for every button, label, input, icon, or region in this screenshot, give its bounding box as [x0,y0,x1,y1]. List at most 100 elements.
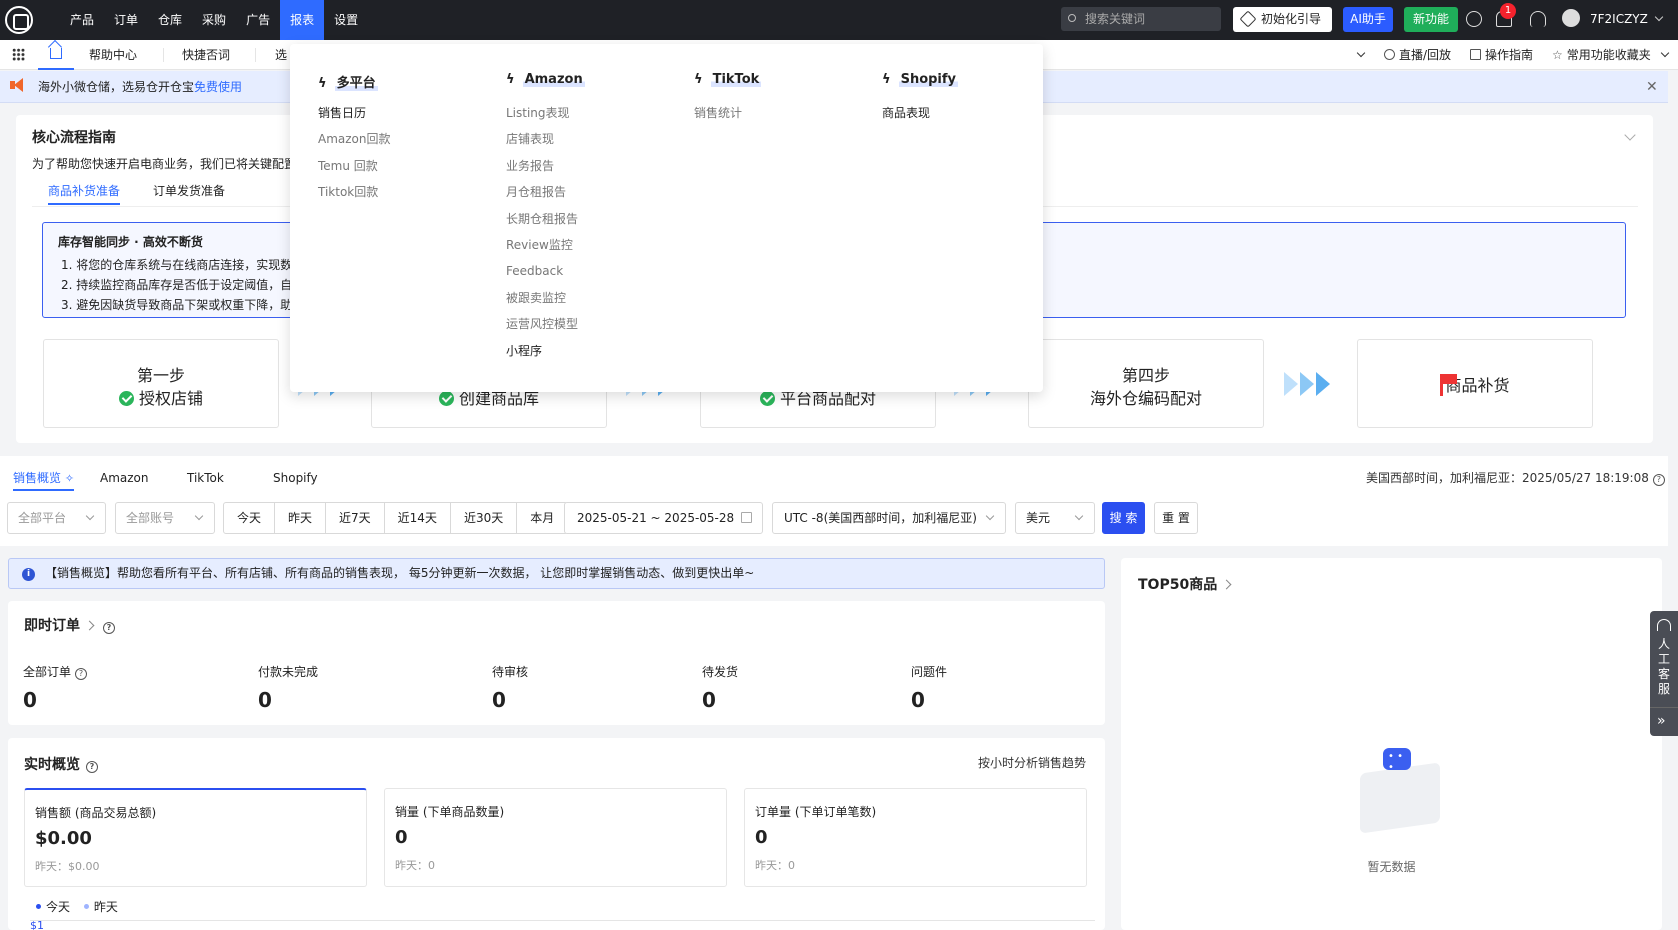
stat-all-orders[interactable]: 全部订单? 0 [23,663,88,712]
new-feature-button[interactable]: 新功能 [1404,7,1458,32]
tab-home[interactable] [38,40,74,70]
metric-order-count[interactable]: 订单量 (下单订单笔数) 0 昨天：0 [744,788,1087,887]
global-search-input[interactable]: 搜索关键词 [1061,7,1221,31]
favorites-chevron-icon[interactable] [1660,48,1670,58]
help-icon[interactable]: ? [1652,474,1665,486]
currency-select[interactable]: 美元 [1015,502,1095,534]
menu-item-listing[interactable]: Listing表现 [506,104,585,130]
nav-reports[interactable]: 报表 [280,0,325,40]
collapse-chevron-icon[interactable] [1624,129,1636,141]
stat-pending-shipment[interactable]: 待发货 0 [702,663,738,712]
stat-problem-orders[interactable]: 问题件 0 [911,663,947,712]
operation-guide-link[interactable]: 操作指南 [1470,40,1533,70]
step-product-restock[interactable]: 商品补货 [1357,339,1593,428]
range-30d[interactable]: 近30天 [451,503,518,533]
account-select[interactable]: 全部账号 [115,502,215,534]
step-overseas-sku-match[interactable]: 第四步 海外仓编码配对 [1028,339,1264,428]
arrow-chevron-icon [1316,372,1330,396]
stat-unpaid[interactable]: 付款未完成 0 [258,663,318,712]
date-range-presets: 今天 昨天 近7天 近14天 近30天 本月 [223,502,569,534]
search-button[interactable]: 搜 索 [1102,502,1145,534]
nav-ads[interactable]: 广告 [236,0,280,40]
step-authorize-store[interactable]: 第一步 授权店铺 [43,339,279,428]
menu-item-tiktok-payment[interactable]: Tiktok回款 [318,183,391,209]
nav-purchase[interactable]: 采购 [192,0,236,40]
nav-products[interactable]: 产品 [60,0,104,40]
menu-item-amazon-payment[interactable]: Amazon回款 [318,130,391,156]
top-bar: 产品 订单 仓库 采购 广告 报表 设置 搜索关键词 初始化引导 AI助手 新功… [0,0,1678,40]
menu-item-monthly-storage[interactable]: 月仓租报告 [506,183,585,209]
main-nav: 产品 订单 仓库 采购 广告 报表 设置 [60,0,368,40]
menu-item-temu-payment[interactable]: Temu 回款 [318,157,391,183]
range-month[interactable]: 本月 [517,503,567,533]
free-use-link[interactable]: 免费使用 [194,80,242,94]
metric-sales-amount[interactable]: 销售额 (商品交易总额) $0.00 昨天：$0.00 [24,788,367,887]
notice-text: 海外小微仓储，选易仓开仓宝 [38,80,195,94]
download-icon[interactable] [1466,11,1482,27]
ai-assistant-button[interactable]: AI助手 [1343,7,1393,32]
collapse-double-chevron-icon[interactable]: » [1657,713,1666,729]
realtime-overview-card: 实时概览? 按小时分析销售趋势 销售额 (商品交易总额) $0.00 昨天：$0… [8,738,1105,930]
menu-item-mini-program[interactable]: 小程序 [506,342,585,368]
tab-divider [255,48,256,62]
chevron-right-icon[interactable] [1221,579,1232,590]
menu-item-business-report[interactable]: 业务报告 [506,157,585,183]
range-14d[interactable]: 近14天 [385,503,451,533]
info-icon: i [22,568,35,581]
top50-title[interactable]: TOP50商品 [1138,577,1217,593]
nav-orders[interactable]: 订单 [104,0,148,40]
help-icon[interactable]: ? [86,761,98,773]
menu-item-hijack-monitor[interactable]: 被跟卖监控 [506,289,585,315]
help-icon[interactable]: ? [103,622,115,634]
customer-service-float[interactable]: 人工客服 » [1650,611,1678,736]
chevron-down-icon [194,511,204,521]
nav-warehouse[interactable]: 仓库 [148,0,192,40]
avatar[interactable] [1562,9,1580,27]
live-replay-link[interactable]: 直播/回放 [1384,40,1451,70]
menu-item-store-performance[interactable]: 店铺表现 [506,130,585,156]
tab-order-shipping[interactable]: 订单发货准备 [153,179,225,203]
pin-icon[interactable]: ✧ [65,472,74,485]
date-range-picker[interactable]: 2025-05-21 ~ 2025-05-28 [564,502,763,534]
timezone-select[interactable]: UTC -8(美国西部时间，加利福尼亚) [772,502,1006,534]
menu-item-feedback[interactable]: Feedback [506,262,585,288]
tab-tiktok[interactable]: TikTok [187,468,224,488]
tab-product-restock[interactable]: 商品补货准备 [48,179,121,205]
headset-icon[interactable] [1530,11,1546,27]
menu-item-review-monitor[interactable]: Review监控 [506,236,585,262]
range-7d[interactable]: 近7天 [326,503,385,533]
tab-amazon[interactable]: Amazon [100,468,149,488]
reset-button[interactable]: 重 置 [1154,502,1198,534]
stat-pending-review[interactable]: 待审核 0 [492,663,528,712]
grid-menu-icon[interactable] [12,48,25,61]
metric-sales-volume[interactable]: 销量 (下单商品数量) 0 昨天：0 [384,788,727,887]
tab-sales-overview[interactable]: 销售概览 ✧ [13,468,75,491]
menu-item-product-performance[interactable]: 商品表现 [882,104,958,130]
tabs-chevron-down-icon[interactable] [1356,48,1366,58]
range-today[interactable]: 今天 [224,503,276,533]
range-yesterday[interactable]: 昨天 [275,503,327,533]
tab-select[interactable]: 选 [275,40,287,70]
app-logo-icon[interactable] [5,6,33,34]
username-menu[interactable]: 7F2ICZYZ [1590,0,1663,38]
tab-quick-negative[interactable]: 快捷否词 [182,40,230,70]
nav-settings[interactable]: 设置 [324,0,368,40]
close-icon[interactable]: ✕ [1646,71,1658,103]
menu-item-sales-stats[interactable]: 销售统计 [694,104,761,130]
init-guide-button[interactable]: 初始化引导 [1233,7,1332,32]
menu-item-sales-calendar[interactable]: 销售日历 [318,104,391,130]
tab-shopify[interactable]: Shopify [273,468,318,488]
chevron-down-icon [1074,511,1084,521]
hourly-trend-link[interactable]: 按小时分析销售趋势 [978,754,1086,771]
tab-help-center[interactable]: 帮助中心 [89,40,137,70]
reports-dropdown-menu: ϟ 多平台 销售日历 Amazon回款 Temu 回款 Tiktok回款 ϟ Ama… [290,44,1043,392]
favorites-link[interactable]: ☆ 常用功能收藏夹 [1552,40,1651,70]
platform-select[interactable]: 全部平台 [7,502,106,534]
arrow-chevron-icon [1284,372,1298,396]
top50-products-card: TOP50商品 暂无数据 [1121,558,1662,930]
help-icon[interactable]: ? [75,668,88,680]
menu-item-risk-model[interactable]: 运营风控模型 [506,315,585,341]
chevron-right-icon[interactable] [84,620,95,631]
menu-item-long-term-storage[interactable]: 长期仓租报告 [506,210,585,236]
chart-legend: 今天 昨天 [34,898,118,915]
